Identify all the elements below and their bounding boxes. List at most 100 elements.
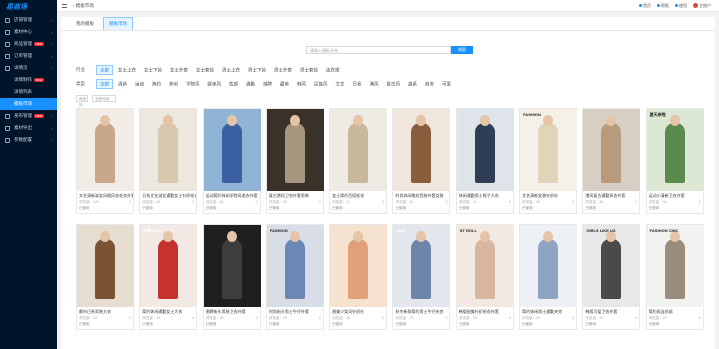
type-chip[interactable]: 性感 [226,80,241,88]
user-menu[interactable]: 主账户 [693,3,711,9]
type-chip[interactable]: 简约 [149,80,164,88]
template-card[interactable]: FASHION 潮牌街头男装卫衣外套 浏览量：30 0 已使用 [202,224,261,330]
type-chip[interactable]: 港风 [367,80,382,88]
sidebar-item-items_bottom-2[interactable]: 参数配置 › [0,134,57,146]
template-card[interactable]: 文艺清新淑女风格风衣毛衣外套 浏览量：125 0 已使用 [76,108,134,214]
template-card[interactable]: 时尚 2020 简约休闲通勤女士大衣 浏览量：32 0 已使用 [139,224,198,330]
template-card[interactable]: FASHION 时尚街头男士牛仔外套 浏览量：29 0 已使用 [265,224,324,330]
sidebar-item-items_bottom-0[interactable]: 发布管理 NEW › [0,110,57,122]
template-card[interactable]: 日系文艺淑女通勤女士针织毛衣 浏览量：84 0 已使用 [139,108,198,214]
template-card[interactable]: 2020 秋冬新款简约男士牛仔夹克 浏览量：27 0 已使用 [392,224,451,330]
type-chip[interactable]: 欧美风 [205,80,225,88]
template-thumbnail[interactable]: ST ROLL [456,225,514,307]
template-card[interactable]: 复古港风卫衣外套男装 浏览量：52 1 已使用 [265,108,324,214]
type-chip[interactable]: 可爱 [439,80,454,88]
template-thumbnail[interactable]: FASHION [520,109,578,191]
sidebar-item-items-3[interactable]: 订单管理 › [0,50,57,62]
sidebar-subitem-1[interactable]: 详情列表 [0,86,57,98]
template-card[interactable]: 时尚休闲格纹西装外套女装 浏览量：42 0 已使用 [392,108,451,214]
industry-chip[interactable]: 女士外套 [167,66,191,74]
tab-template-market[interactable]: 模板市场 [103,17,133,30]
template-card[interactable]: FASHION 文艺清新女装针织衫 浏览量：38 0 已使用 [519,108,578,214]
type-chip[interactable]: 复古风 [384,80,404,88]
template-thumbnail[interactable] [330,225,388,307]
search-button[interactable]: 搜索 [451,46,473,54]
template-thumbnail[interactable] [77,109,134,191]
type-chip[interactable]: 韩风 [294,80,309,88]
template-thumbnail[interactable] [520,225,578,307]
search-input[interactable]: 请输入模板名称 [306,46,451,54]
tab-my-templates[interactable]: 我的模板 [71,18,99,30]
industry-chip[interactable]: 男士上衣 [219,66,243,74]
template-card[interactable]: GIRLS LIKE US 韩版可爱卫衣外套 浏览量：24 0 已使用 [582,224,641,330]
type-chip[interactable]: 全部 [96,78,113,89]
industry-chip[interactable]: 女士套装 [193,66,217,74]
topbar-link-home[interactable]: 首页 [639,3,651,9]
template-thumbnail[interactable]: 时尚 2020 [140,225,198,307]
time-select[interactable]: 全部时间 [92,95,116,102]
template-thumbnail[interactable] [77,225,134,307]
avatar [693,2,698,8]
sidebar-subitem-2[interactable]: 模板市场 [0,98,57,110]
template-thumbnail[interactable]: 2020 [393,225,451,307]
template-card[interactable]: 女士简约百搭毛衣 浏览量：47 0 已使用 [329,108,388,214]
template-card[interactable]: 港风复古通勤风衣外套 浏览量：36 0 已使用 [582,108,641,214]
back-link[interactable]: ‹ 模板市场 [73,3,94,9]
app-logo[interactable]: 易商场 [0,0,57,14]
template-card[interactable]: 夏天来啦 运动小清新卫衣外套 浏览量：35 0 已使用 [645,108,704,214]
template-card[interactable]: 休闲通勤男士呢子大衣 浏览量：41 0 已使用 [455,108,514,214]
template-thumbnail[interactable] [140,109,198,191]
industry-chip[interactable]: 女士下装 [141,66,165,74]
type-chip[interactable]: 学院风 [183,80,203,88]
type-chip[interactable]: 清新 [115,80,130,88]
template-thumbnail[interactable] [203,109,261,191]
type-chip[interactable]: 日系 [350,80,365,88]
template-card[interactable]: 甜美少女风针织衫 浏览量：28 0 已使用 [329,224,388,330]
template-thumbnail[interactable] [583,109,641,191]
usage-status: 已使用 [79,206,90,210]
template-thumbnail[interactable] [266,109,324,191]
sidebar-item-items-1[interactable]: 素材中心 › [0,26,57,38]
sidebar-item-label: 素材中心 [14,29,32,34]
industry-filter: 行业 全部 女士上衣 女士下装 女士外套 女士套装 男士上衣 男士下装 男士外套 男士套装 连衣裙 [76,64,345,75]
type-chip[interactable]: 运动 [132,80,147,88]
template-card[interactable]: FASHION CHIC 简约风连衣裙 浏览量：23 0 已使用 [645,224,704,330]
topbar: ‹ 模板市场 首页 帮助 使用 主账户 [57,0,719,12]
industry-chip[interactable]: 全部 [96,64,113,75]
template-card[interactable]: 都市日系男装大衣 浏览量：33 0 已使用 [76,224,134,330]
type-chip[interactable]: 民族风 [311,80,331,88]
topbar-link-help[interactable]: 帮助 [657,3,669,9]
industry-chip[interactable]: 男士套装 [297,66,321,74]
type-chip[interactable]: 休闲 [166,80,181,88]
sidebar-item-items-2[interactable]: 商品管理 NEW › [0,38,57,50]
template-card[interactable]: ST ROLL 韩版甜美针织毛衣外套 浏览量：26 0 已使用 [455,224,514,330]
template-thumbnail[interactable]: 夏天来啦 [646,109,704,191]
template-thumbnail[interactable] [456,109,514,191]
industry-chip[interactable]: 男士下装 [245,66,269,74]
industry-chip[interactable]: 女士上衣 [115,66,139,74]
sidebar-item-items-4[interactable]: 详情页 › [0,62,57,74]
template-thumbnail[interactable] [393,109,451,191]
sidebar-item-items_bottom-1[interactable]: 素材导出 › [0,122,57,134]
menu-toggle-icon[interactable] [62,3,67,8]
category-select[interactable]: 请选择 [76,95,88,107]
template-card[interactable]: 运动简约休闲学院风毛衣外套 浏览量：66 0 已使用 [202,108,261,214]
template-thumbnail[interactable] [330,109,388,191]
template-meta: 浏览量：47 0 [330,199,386,206]
type-chip[interactable]: 通勤 [243,80,258,88]
sidebar-item-items-0[interactable]: 店铺管理 › [0,14,57,26]
template-thumbnail[interactable]: FASHION [266,225,324,307]
template-thumbnail[interactable]: FASHION CHIC [646,225,704,307]
type-chip[interactable]: 文艺 [333,80,348,88]
type-chip[interactable]: 森系 [405,80,420,88]
type-chip[interactable]: 商务 [422,80,437,88]
template-thumbnail[interactable]: FASHION [203,225,261,307]
template-card[interactable]: 简约休闲男士通勤夹克 浏览量：25 0 已使用 [519,224,578,330]
type-chip[interactable]: 甜美 [277,80,292,88]
sidebar-subitem-0[interactable]: 详情制作 NEW [0,74,57,86]
industry-chip[interactable]: 男士外套 [271,66,295,74]
type-chip[interactable]: 潮牌 [260,80,275,88]
topbar-link-usage[interactable]: 使用 [675,3,687,9]
industry-chip[interactable]: 连衣裙 [323,66,343,74]
template-thumbnail[interactable]: GIRLS LIKE US [583,225,641,307]
